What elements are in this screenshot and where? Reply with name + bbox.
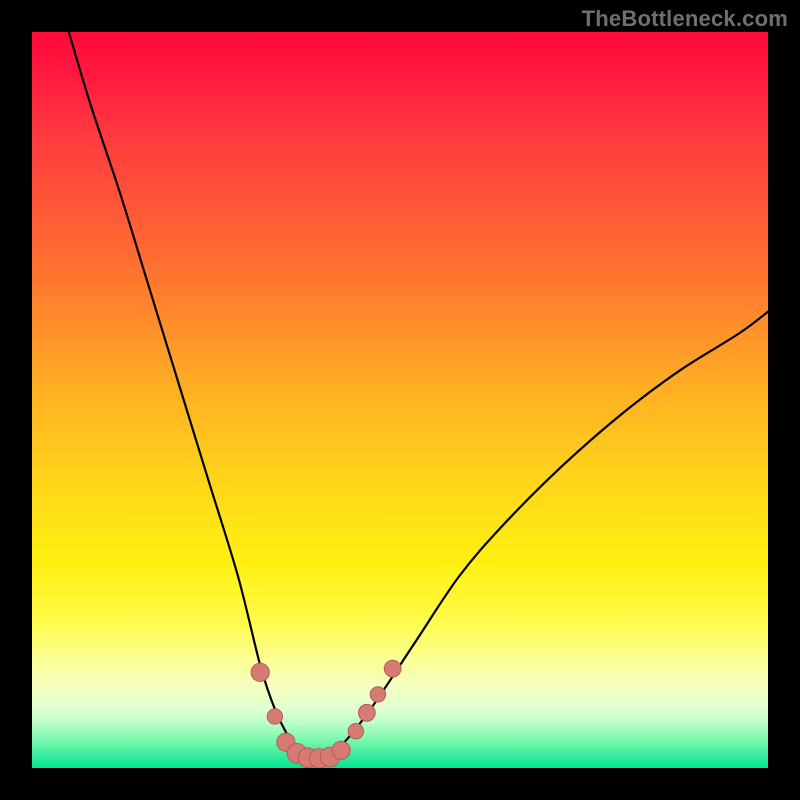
chart-svg	[32, 32, 768, 768]
curve-marker	[251, 663, 269, 681]
curve-marker	[358, 704, 375, 721]
curve-marker	[348, 724, 363, 739]
plot-area	[32, 32, 768, 768]
chart-frame: TheBottleneck.com	[0, 0, 800, 800]
curve-marker	[267, 709, 282, 724]
curve-marker	[384, 660, 401, 677]
curve-marker	[370, 687, 385, 702]
bottleneck-curve	[69, 32, 768, 759]
watermark-text: TheBottleneck.com	[582, 6, 788, 32]
curve-marker	[332, 741, 350, 759]
curve-markers	[251, 660, 401, 768]
